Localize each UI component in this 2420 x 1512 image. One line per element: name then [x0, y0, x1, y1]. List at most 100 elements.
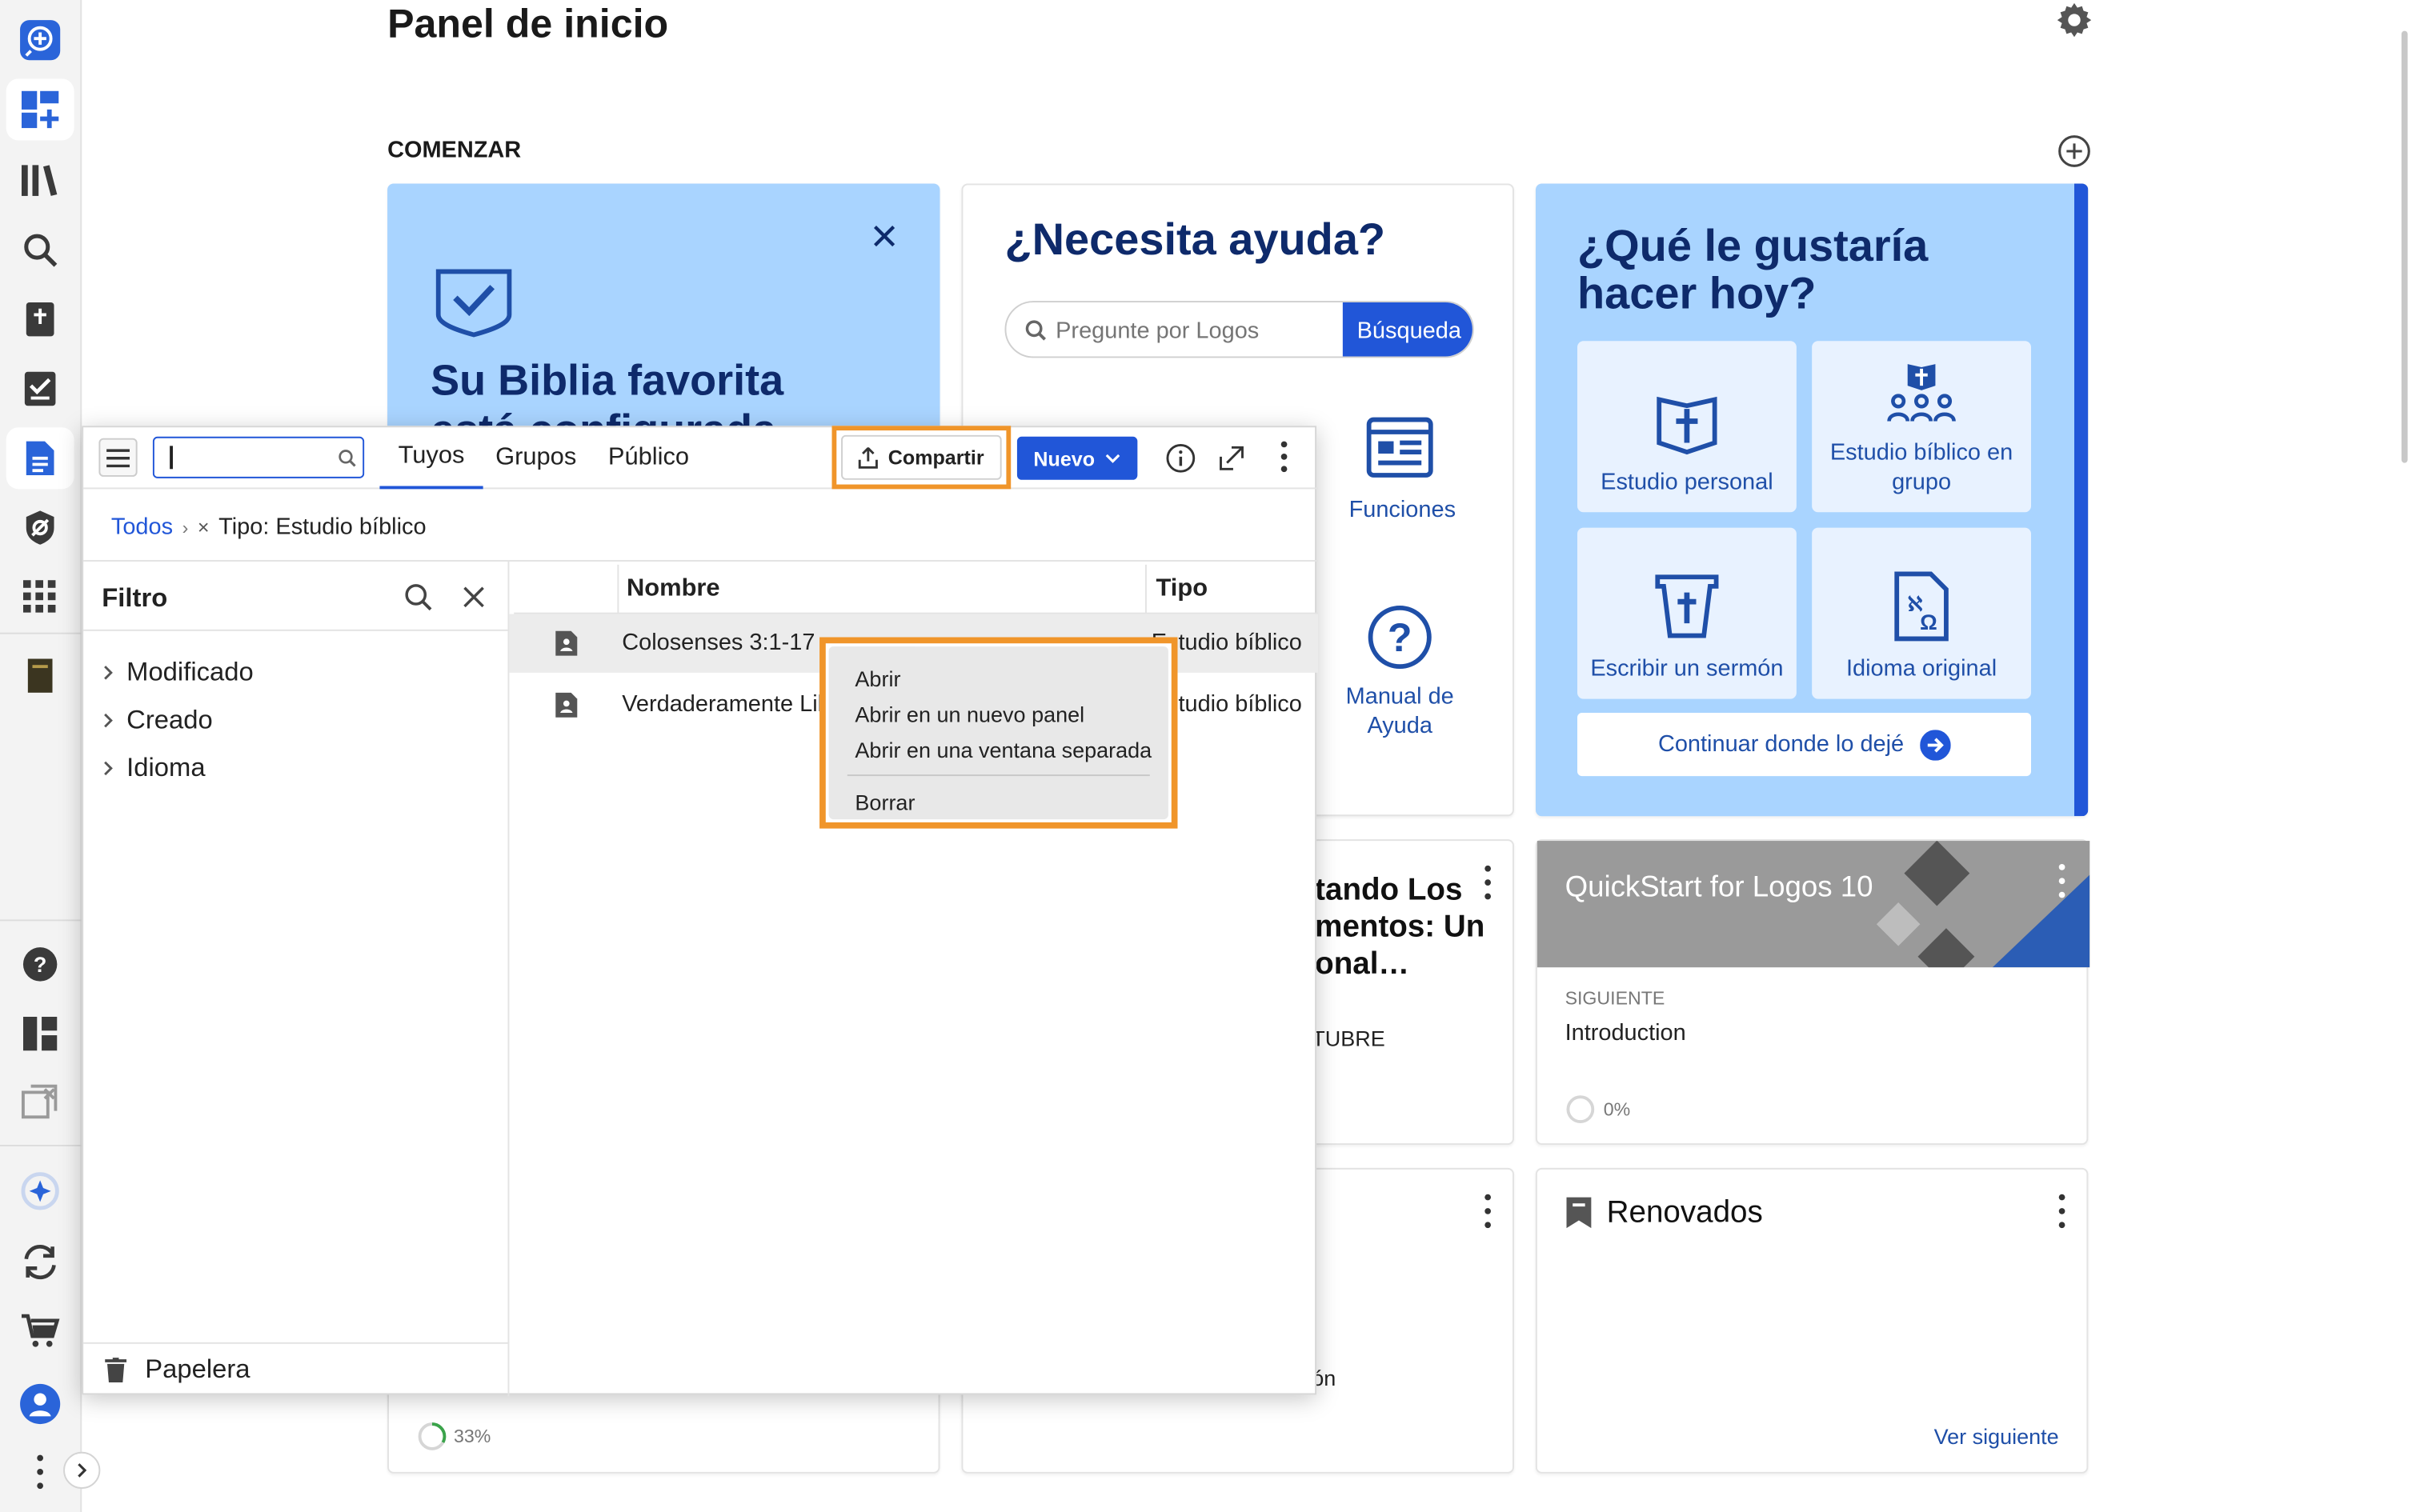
page-title: Panel de inicio [387, 0, 669, 46]
tab-grupos[interactable]: Grupos [495, 427, 576, 489]
share-label: Compartir [887, 446, 984, 470]
features-link[interactable]: Funciones [1348, 417, 1456, 523]
library-icon[interactable] [6, 150, 74, 211]
help-icon[interactable]: ? [6, 934, 74, 995]
pulpit-icon [1655, 574, 1719, 638]
card-menu-icon[interactable] [2056, 1194, 2068, 1229]
continue-button[interactable]: Continuar donde lo dejé [1577, 712, 2031, 777]
apps-grid-icon[interactable] [6, 566, 74, 628]
study-doc-icon [554, 630, 579, 658]
ai-assistant-icon[interactable] [6, 1160, 74, 1222]
favorite-title-line1: Su Biblia favorita [431, 356, 784, 405]
filter-item-creado[interactable]: Creado [102, 705, 213, 736]
progress-label: 33% [453, 1425, 491, 1447]
share-button[interactable]: Compartir [841, 434, 1002, 480]
search-plus-icon[interactable] [6, 10, 74, 71]
column-name[interactable]: Nombre [627, 575, 720, 603]
card-menu-icon[interactable] [2056, 863, 2068, 898]
menu-item-open-new-window[interactable]: Abrir en una ventana separada [855, 738, 1152, 762]
help-title: ¿Necesita ayuda? [1004, 215, 1386, 266]
progress-label: 0% [1603, 1098, 1631, 1121]
account-icon[interactable] [6, 1373, 74, 1434]
column-divider [1144, 564, 1147, 614]
menu-item-delete[interactable]: Borrar [855, 790, 915, 814]
original-language-tile[interactable]: ℵΩ Idioma original [1812, 527, 2031, 699]
tab-tuyos[interactable]: Tuyos [379, 427, 483, 490]
checklist-icon[interactable] [6, 358, 74, 419]
card-menu-icon[interactable] [1481, 865, 1493, 900]
renovados-card: Renovados Ver siguiente [1535, 1167, 2089, 1474]
column-type[interactable]: Tipo [1156, 575, 1208, 603]
renovados-title: Renovados [1606, 1195, 1763, 1230]
quickstart-next-item[interactable]: Introduction [1565, 1020, 1686, 1046]
bookmark-icon [1565, 1196, 1593, 1230]
search-icon[interactable] [6, 219, 74, 281]
features-label: Funciones [1348, 496, 1456, 523]
progress-ring [417, 1421, 448, 1452]
share-icon [859, 446, 879, 468]
divider [83, 1342, 510, 1344]
menu-item-open[interactable]: Abrir [855, 666, 900, 691]
todo-title: ¿Qué le gustaría hacer hoy? [1577, 222, 1929, 320]
search-icon[interactable] [338, 449, 356, 467]
help-search-button[interactable]: Búsqueda [1342, 302, 1472, 357]
personal-study-label: Estudio personal [1601, 469, 1773, 496]
documents-icon[interactable] [6, 427, 74, 490]
trash-link[interactable]: Papelera [105, 1354, 250, 1386]
search-icon [1025, 319, 1047, 341]
pop-out-icon[interactable] [1218, 444, 1246, 472]
filter-search-icon[interactable] [404, 583, 432, 611]
panel-search-input[interactable] [160, 441, 331, 474]
filter-item-modificado[interactable]: Modificado [102, 657, 254, 689]
remove-filter-icon[interactable]: × [198, 515, 210, 538]
layouts-icon[interactable] [6, 1003, 74, 1065]
text-cursor [170, 446, 173, 470]
add-card-icon[interactable] [2057, 134, 2091, 168]
documents-panel: Tuyos Grupos Público Compartir Nuevo Tod… [82, 426, 1318, 1397]
chevron-right-icon [104, 713, 113, 728]
page-scrollbar[interactable] [2401, 30, 2408, 463]
sermon-label: Escribir un sermón [1590, 655, 1784, 682]
dashboard-add-icon[interactable] [6, 78, 74, 141]
more-icon[interactable] [34, 1454, 46, 1490]
menu-item-open-new-panel[interactable]: Abrir en un nuevo panel [855, 702, 1084, 726]
row-name: Colosenses 3:1-17 [622, 629, 815, 656]
shield-icon[interactable] [6, 497, 74, 558]
more-options-icon[interactable] [1278, 441, 1290, 473]
filter-item-label: Idioma [126, 753, 206, 782]
chevron-down-icon [1106, 453, 1120, 462]
help-search-input[interactable] [1056, 311, 1334, 349]
breadcrumb-filter: Tipo: Estudio bíblico [218, 514, 427, 540]
help-manual-link[interactable]: ? Manual de Ayuda [1333, 605, 1466, 741]
cart-icon[interactable] [6, 1301, 74, 1362]
original-language-label: Idioma original [1845, 655, 1997, 682]
book-icon[interactable] [6, 645, 74, 706]
personal-study-tile[interactable]: Estudio personal [1577, 341, 1797, 513]
help-manual-label: Manual de Ayuda [1345, 683, 1454, 739]
filter-item-idioma[interactable]: Idioma [102, 753, 206, 784]
menu-divider [847, 774, 1150, 777]
new-button[interactable]: Nuevo [1016, 436, 1138, 480]
next-link[interactable]: Ver siguiente [1934, 1424, 2059, 1449]
menu-icon[interactable] [98, 438, 138, 477]
arrow-right-icon [1919, 729, 1951, 760]
section-heading: COMENZAR [387, 137, 522, 164]
info-icon[interactable] [1165, 442, 1196, 474]
expand-icon[interactable] [63, 1451, 101, 1490]
filter-item-label: Modificado [126, 657, 254, 687]
trash-label: Papelera [145, 1354, 250, 1384]
sermon-tile[interactable]: Escribir un sermón [1577, 527, 1797, 699]
quickstart-banner: QuickStart for Logos 10 [1537, 841, 2090, 968]
sync-icon[interactable] [6, 1231, 74, 1293]
card-menu-icon[interactable] [1481, 1194, 1493, 1229]
close-icon[interactable] [871, 222, 899, 250]
close-panels-icon[interactable] [6, 1070, 74, 1132]
gear-icon[interactable] [2057, 2, 2092, 38]
tab-publico[interactable]: Público [608, 427, 689, 489]
group-study-tile[interactable]: Estudio bíblico en grupo [1812, 341, 2031, 513]
bible-icon[interactable] [6, 289, 74, 350]
filter-title: Filtro [102, 582, 168, 613]
filter-close-icon[interactable] [462, 585, 487, 610]
quickstart-next-label: SIGUIENTE [1565, 987, 1665, 1010]
breadcrumb-root[interactable]: Todos [111, 514, 173, 540]
